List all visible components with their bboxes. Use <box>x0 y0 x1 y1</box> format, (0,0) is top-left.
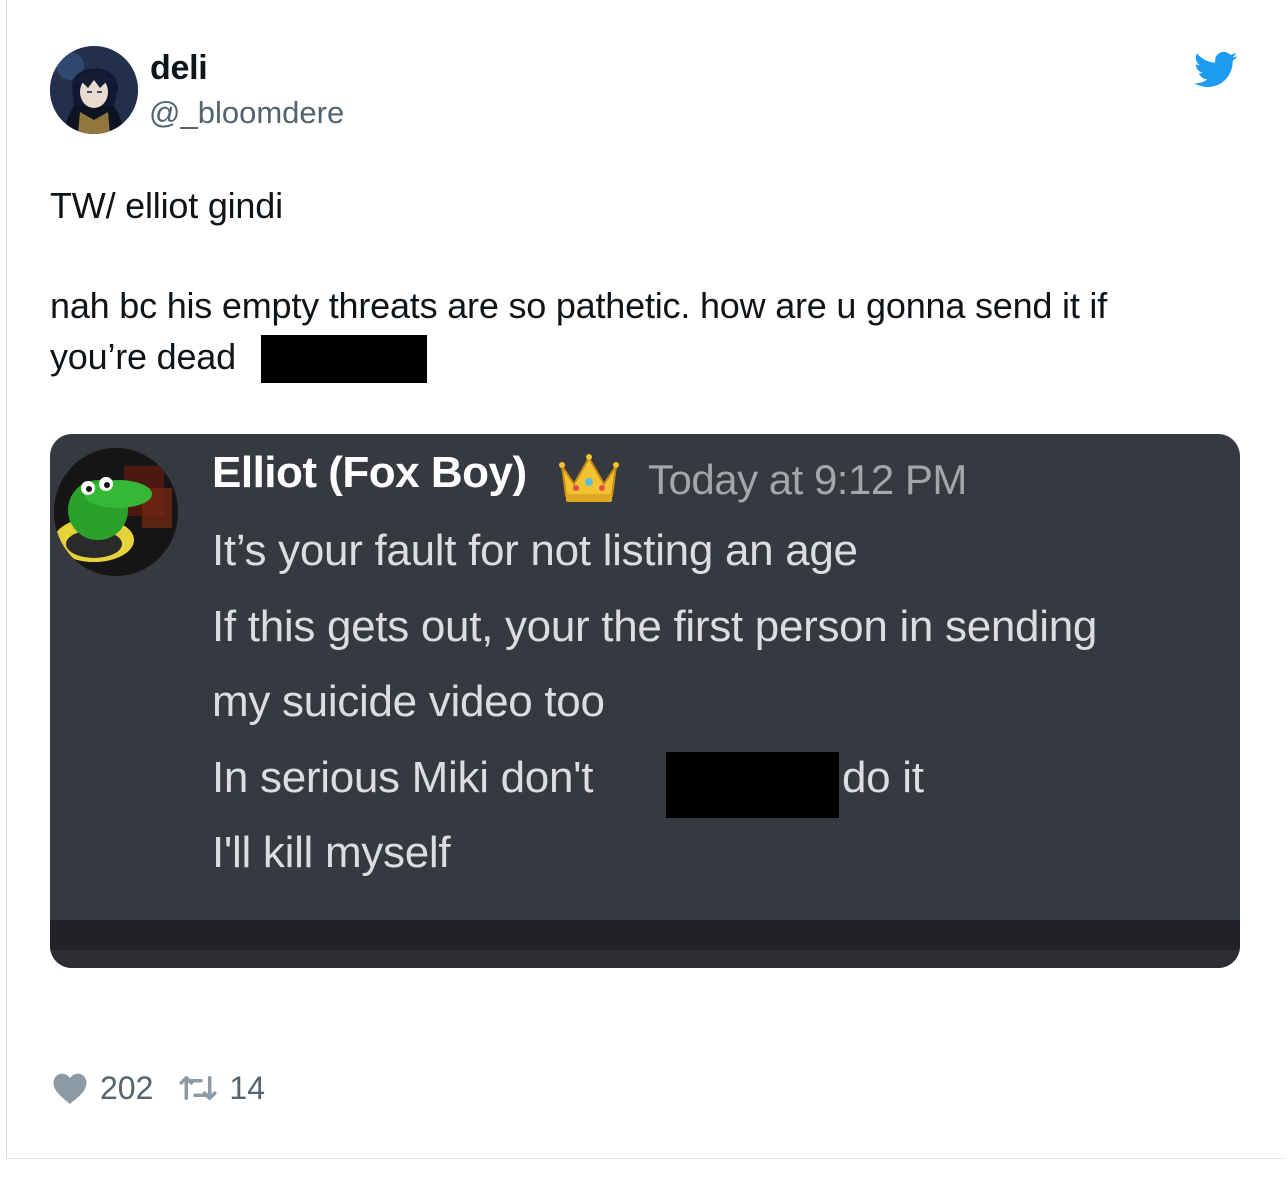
tweet-text-line: nah bc his empty threats are so pathetic… <box>50 285 1108 326</box>
discord-message-line: In serious Miki don't <box>212 753 594 802</box>
embedded-discord-screenshot[interactable]: Elliot (Fox Boy) Today at 9:12 PM It’s y… <box>50 434 1240 968</box>
discord-message-line: It’s your fault for not listing an age <box>212 526 858 575</box>
retweet-count: 14 <box>229 1069 265 1106</box>
twitter-bird-icon[interactable] <box>1194 50 1238 90</box>
tweet-text-line: you’re dead <box>50 336 236 377</box>
profile-avatar[interactable] <box>50 46 138 134</box>
discord-message-line: my suicide video too <box>212 677 605 726</box>
discord-avatar <box>54 448 178 576</box>
discord-message-line: do it <box>842 753 924 802</box>
discord-message-line: If this gets out, your the first person … <box>212 602 1098 651</box>
discord-timestamp: Today at 9:12 PM <box>648 456 967 503</box>
discord-author-name: Elliot (Fox Boy) <box>212 448 527 497</box>
user-handle[interactable]: @_bloomdere <box>149 95 344 131</box>
discord-message-line: I'll kill myself <box>212 828 451 877</box>
redaction-box <box>666 752 839 818</box>
display-name[interactable]: deli <box>150 49 208 88</box>
like-count: 202 <box>100 1069 154 1106</box>
tweet-text-line: TW/ elliot gindi <box>50 185 283 226</box>
retweet-icon[interactable] <box>179 1073 217 1103</box>
heart-icon[interactable] <box>52 1071 88 1105</box>
discord-bottom-strip <box>50 950 1240 968</box>
redaction-box <box>261 335 427 383</box>
crown-icon <box>558 452 620 504</box>
tweet-actions: 202 14 <box>52 1068 265 1108</box>
